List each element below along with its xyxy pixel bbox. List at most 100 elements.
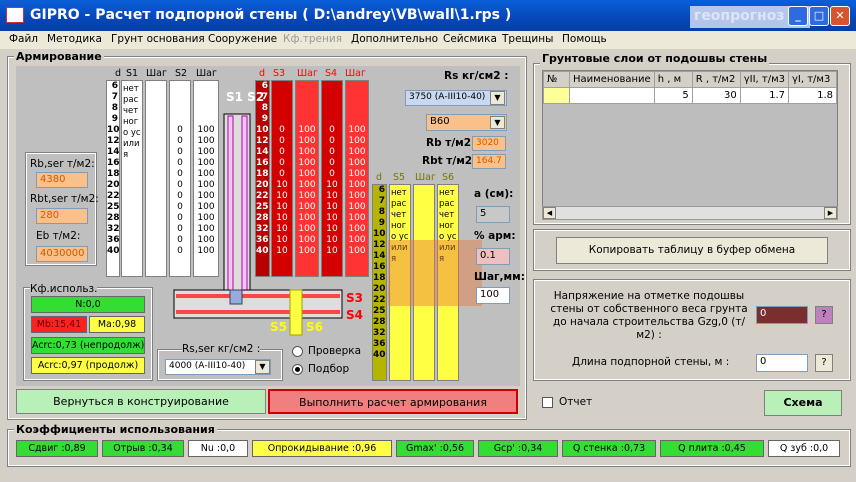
pct-field[interactable]: 0.1 — [476, 248, 510, 265]
label-s1s2: S1 S2 — [226, 90, 265, 104]
kf-ma: Ma:0,98 — [89, 316, 145, 333]
length-field[interactable]: 0 — [756, 354, 808, 372]
d-column-bottom: 6 7 8 9 10 12 14 16 18 20 22 25 28 32 36 40 — [372, 184, 387, 381]
menu-friction: Кф.трения — [283, 33, 343, 45]
hdr-shag2: Шаг — [196, 68, 217, 79]
app-icon — [6, 7, 24, 23]
close-icon[interactable]: ✕ — [830, 6, 850, 26]
hdr-shag3: Шаг — [297, 68, 318, 79]
s1-column: нет расчетного усилия — [121, 80, 143, 277]
report-checkbox[interactable] — [542, 397, 553, 408]
scheme-button[interactable]: Схема — [764, 390, 842, 416]
stress-field[interactable]: 0 — [756, 306, 808, 324]
menu-cracks[interactable]: Трещины — [502, 33, 553, 45]
scroll-right-icon[interactable]: ▶ — [824, 207, 837, 219]
label-s5: S5 — [270, 320, 287, 334]
hdr-s3: S3 — [273, 68, 286, 79]
rbt-label: Rbt т/м2: — [422, 155, 477, 167]
coef-q-tooth: Q зуб :0,0 — [768, 440, 840, 457]
hdr-shag4: Шаг — [345, 68, 366, 79]
hdr-s5: S5 — [393, 172, 406, 183]
label-s6: S6 — [306, 320, 323, 334]
length-label: Длина подпорной стены, м : — [572, 356, 730, 368]
coef-nu: Nu :0,0 — [188, 440, 248, 457]
minimize-icon[interactable]: _ — [788, 6, 808, 26]
radio-select[interactable] — [292, 364, 303, 375]
eb-label: Eb т/м2: — [36, 230, 81, 242]
menu-seismic[interactable]: Сейсмика — [443, 33, 497, 45]
rb-ser-field[interactable]: 4380 — [36, 172, 88, 188]
hdr-d-bottom: d — [376, 172, 383, 183]
step-label: Шаг,мм: — [474, 271, 525, 283]
rbt-ser-field[interactable]: 280 — [36, 208, 88, 224]
layers-table: № Наименование h , м R , т/м2 γII, т/м3 … — [542, 70, 838, 220]
menu-soil[interactable]: Грунт основания — [111, 33, 205, 45]
reinforcement-title: Армирование — [14, 50, 104, 63]
step-field[interactable]: 100 — [476, 287, 510, 304]
menu-file[interactable]: Файл — [9, 33, 38, 45]
stress-help-button[interactable]: ? — [815, 306, 833, 324]
a-label: a (см): — [474, 188, 514, 200]
hdr-d: d — [115, 68, 122, 79]
coef-gmax: Gmax' :0,56 — [396, 440, 474, 457]
horizontal-scrollbar[interactable]: ◀ ▶ — [542, 206, 838, 220]
length-help-button[interactable]: ? — [815, 354, 833, 372]
hdr-shag5: Шаг — [415, 172, 436, 183]
window-title: GIPRO - Расчет подпорной стены ( D:\andr… — [30, 7, 512, 23]
radio-check[interactable] — [292, 346, 303, 357]
label-s4: S4 — [346, 308, 363, 322]
rbt-ser-label: Rbt,ser т/м2: — [30, 193, 99, 205]
coefficients-title: Коэффициенты использования — [14, 423, 217, 436]
coef-q-slab: Q плита :0,45 — [660, 440, 764, 457]
rs-ser-label: Rs,ser кг/см2 : — [182, 343, 261, 355]
s1-shag-column — [145, 80, 167, 277]
table-row[interactable]: 5 30 1.7 1.8 — [543, 87, 837, 104]
rb-label: Rb т/м2: — [426, 137, 476, 149]
kf-mb: Mb:15,41 — [31, 316, 87, 333]
coef-q-wall: Q стенка :0,73 — [562, 440, 656, 457]
concrete-dropdown-icon[interactable]: ▼ — [490, 116, 505, 129]
title-bar: GIPRO - Расчет подпорной стены ( D:\andr… — [0, 0, 856, 31]
radio-select-label: Подбор — [308, 363, 350, 375]
kf-acrc-long: Acrc:0,97 (продолж) — [31, 357, 145, 374]
d-column-left: 6 7 8 9 10 12 14 16 18 20 22 25 28 32 36 40 — [106, 80, 120, 277]
hdr-d-right: d — [259, 68, 266, 79]
layers-title: Грунтовые слои от подошвы стены — [540, 52, 770, 65]
rs-dropdown-icon[interactable]: ▼ — [490, 91, 505, 105]
label-s3: S3 — [346, 291, 363, 305]
coef-gcp: Gcp' :0,34 — [478, 440, 558, 457]
menu-method[interactable]: Методика — [47, 33, 102, 45]
hdr-shag1: Шаг — [146, 68, 167, 79]
coef-shift: Сдвиг :0,89 — [16, 440, 98, 457]
menu-help[interactable]: Помощь — [562, 33, 607, 45]
hdr-s1: S1 — [126, 68, 139, 79]
overlay-highlight — [388, 240, 482, 306]
back-to-design-button[interactable]: Вернуться в конструирование — [16, 389, 266, 414]
wall-diagram — [173, 113, 343, 336]
hdr-s2: S2 — [175, 68, 188, 79]
pct-label: % арм: — [474, 230, 516, 242]
rs-ser-dropdown-icon[interactable]: ▼ — [255, 360, 270, 374]
copy-table-button[interactable]: Копировать таблицу в буфер обмена — [556, 237, 828, 264]
a-field[interactable]: 5 — [476, 206, 510, 223]
menu-structure[interactable]: Сооружение — [208, 33, 277, 45]
eb-field[interactable]: 4030000 — [36, 246, 88, 262]
menu-bar: Файл Методика Грунт основания Сооружение… — [0, 31, 856, 49]
rs-label: Rs кг/см2 : — [444, 70, 509, 82]
kf-n: N:0,0 — [31, 296, 145, 313]
rb-field[interactable]: 3020 — [472, 136, 506, 151]
kf-usage-title: Кф.использ. — [30, 283, 98, 295]
report-label: Отчет — [559, 396, 593, 408]
rbt-field[interactable]: 164.7 — [472, 154, 506, 169]
menu-extra[interactable]: Дополнительно — [351, 33, 438, 45]
coef-detach: Отрыв :0,34 — [102, 440, 184, 457]
radio-check-label: Проверка — [308, 345, 362, 357]
hdr-s4: S4 — [325, 68, 338, 79]
scroll-left-icon[interactable]: ◀ — [543, 207, 556, 219]
stress-label: Напряжение на отметке подошвы стены от с… — [550, 290, 748, 341]
coef-overturn: Опрокидывание :0,96 — [252, 440, 392, 457]
hdr-s6: S6 — [442, 172, 455, 183]
maximize-icon[interactable]: □ — [809, 6, 829, 26]
calculate-reinforcement-button[interactable]: Выполнить расчет армирования — [268, 389, 518, 414]
rb-ser-label: Rb,ser т/м2: — [30, 158, 95, 170]
